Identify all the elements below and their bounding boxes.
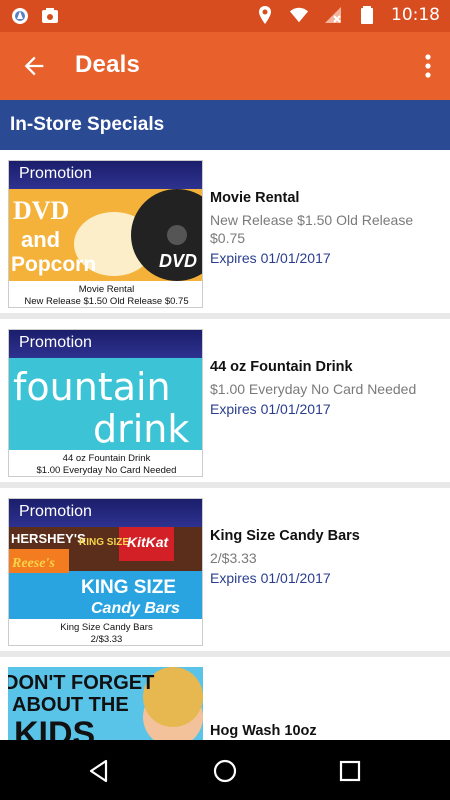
home-nav-icon[interactable]	[212, 758, 238, 784]
kids-art: DON'T FORGET ABOUT THE KIDS	[8, 667, 203, 740]
deal-image: Promotion DVD and Popcorn DVD Movie Rent…	[8, 160, 203, 308]
deal-card[interactable]: DON'T FORGET ABOUT THE KIDS Hog Wash 10o…	[0, 657, 450, 740]
promotion-banner: Promotion	[9, 499, 202, 527]
deal-image: Promotion fountain drink 44 oz Fountain …	[8, 329, 203, 477]
deal-card[interactable]: Promotion HERSHEY'S KING SIZE KitKat Ree…	[0, 488, 450, 651]
svg-text:DVD: DVD	[159, 251, 197, 271]
svg-text:KitKat: KitKat	[127, 534, 170, 550]
deal-expiration: Expires 01/01/2017	[210, 401, 331, 417]
deal-image-caption: Movie Rental New Release $1.50 Old Relea…	[24, 284, 189, 307]
clock: 10:18	[391, 5, 440, 25]
svg-text:Reese's: Reese's	[11, 556, 55, 571]
dvd-popcorn-art: DVD and Popcorn DVD	[9, 189, 202, 281]
deal-card[interactable]: Promotion DVD and Popcorn DVD Movie Rent…	[0, 150, 450, 313]
deal-description: New Release $1.50 Old Release $0.75	[210, 212, 414, 246]
deal-image: Promotion HERSHEY'S KING SIZE KitKat Ree…	[8, 498, 203, 646]
svg-text:DVD: DVD	[13, 196, 69, 225]
deals-list[interactable]: Promotion DVD and Popcorn DVD Movie Rent…	[0, 150, 450, 740]
svg-text:HERSHEY'S: HERSHEY'S	[11, 531, 86, 546]
deal-card[interactable]: Promotion fountain drink 44 oz Fountain …	[0, 319, 450, 482]
svg-text:Popcorn: Popcorn	[11, 253, 96, 276]
svg-text:Candy Bars: Candy Bars	[91, 600, 180, 617]
svg-text:fountain: fountain	[13, 365, 171, 409]
deal-description: 2/$3.33	[210, 550, 257, 566]
overflow-menu-icon[interactable]	[424, 52, 432, 80]
section-title: In-Store Specials	[10, 114, 165, 135]
svg-text:DON'T FORGET: DON'T FORGET	[8, 672, 154, 694]
location-icon	[259, 6, 271, 24]
promotion-banner: Promotion	[9, 330, 202, 358]
deal-expiration: Expires 01/01/2017	[210, 250, 331, 266]
deal-name: King Size Candy Bars	[210, 528, 360, 544]
deal-name: 44 oz Fountain Drink	[210, 359, 353, 375]
svg-text:KING SIZE: KING SIZE	[81, 577, 176, 598]
back-arrow-icon[interactable]	[20, 52, 48, 80]
section-header: In-Store Specials	[0, 100, 450, 150]
page-title: Deals	[75, 51, 141, 78]
candy-bars-art: HERSHEY'S KING SIZE KitKat Reese's KING …	[9, 527, 202, 619]
svg-text:ABOUT THE: ABOUT THE	[12, 694, 129, 716]
deal-name: Movie Rental	[210, 190, 300, 206]
battery-icon	[361, 6, 373, 24]
system-nav-bar	[0, 740, 450, 800]
deal-expiration: Expires 01/01/2017	[210, 570, 331, 586]
promotion-banner: Promotion	[9, 161, 202, 189]
deal-description: $1.00 Everyday No Card Needed	[210, 381, 417, 397]
svg-text:and: and	[21, 227, 60, 252]
deal-image-caption: King Size Candy Bars 2/$3.33	[60, 622, 153, 645]
location-app-icon	[12, 8, 28, 24]
deal-name: Hog Wash 10oz	[210, 723, 317, 739]
svg-text:drink: drink	[93, 407, 189, 450]
svg-text:KIDS: KIDS	[14, 715, 95, 740]
deal-info: Movie Rental New Release $1.50 Old Relea…	[210, 190, 442, 266]
back-nav-icon[interactable]	[86, 758, 112, 784]
photo-app-icon	[42, 8, 58, 23]
status-bar: 10:18	[0, 0, 450, 32]
deal-image: DON'T FORGET ABOUT THE KIDS	[8, 667, 203, 740]
deal-info: King Size Candy Bars 2/$3.33 Expires 01/…	[210, 528, 442, 586]
app-bar: Deals	[0, 32, 450, 100]
deal-info: 44 oz Fountain Drink $1.00 Everyday No C…	[210, 359, 442, 417]
deal-image-caption: 44 oz Fountain Drink $1.00 Everyday No C…	[36, 453, 177, 476]
no-signal-icon	[325, 7, 341, 23]
fountain-drink-art: fountain drink	[9, 358, 202, 450]
svg-text:KING SIZE: KING SIZE	[79, 537, 129, 548]
recents-nav-icon[interactable]	[337, 758, 363, 784]
deal-info: Hog Wash 10oz	[210, 723, 442, 740]
wifi-icon	[289, 7, 309, 23]
